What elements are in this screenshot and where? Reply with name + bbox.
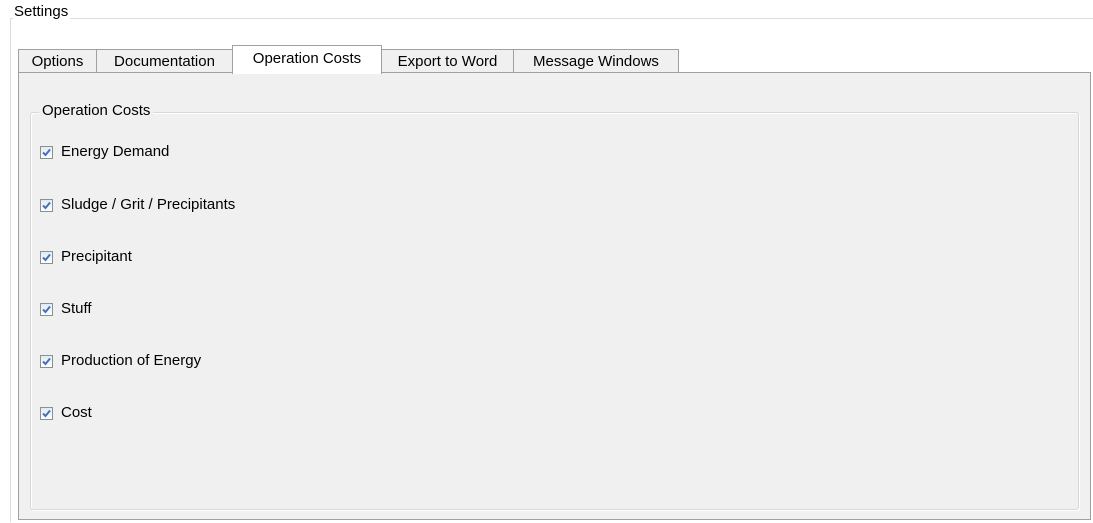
energy-demand-checkbox[interactable]: Energy Demand (40, 143, 169, 161)
checkbox-box[interactable] (40, 198, 53, 212)
operation-costs-group (30, 112, 1079, 510)
checkbox-box[interactable] (40, 406, 53, 420)
checkbox-label: Sludge / Grit / Precipitants (61, 196, 236, 213)
checkbox-box[interactable] (40, 354, 53, 368)
production-of-energy-checkbox[interactable]: Production of Energy (40, 352, 201, 370)
cost-checkbox[interactable]: Cost (40, 404, 92, 422)
tab-documentation[interactable]: Documentation (96, 49, 233, 73)
checkmark-icon (42, 201, 51, 209)
checkbox-label: Energy Demand (61, 143, 170, 160)
checkbox-label: Stuff (61, 300, 92, 317)
checkbox-box[interactable] (40, 250, 53, 264)
tab-options[interactable]: Options (18, 49, 97, 73)
checkmark-icon (42, 357, 51, 365)
tab-export-to-word[interactable]: Export to Word (381, 49, 514, 73)
operation-costs-group-title: Operation Costs (39, 102, 154, 120)
checkmark-icon (42, 305, 51, 313)
settings-group-title: Settings (13, 3, 71, 21)
checkbox-label: Production of Energy (61, 352, 202, 369)
checkbox-box[interactable] (40, 145, 53, 159)
precipitant-checkbox[interactable]: Precipitant (40, 248, 132, 266)
checkbox-label: Cost (61, 404, 92, 421)
checkmark-icon (42, 409, 51, 417)
checkbox-box[interactable] (40, 302, 53, 316)
sludge-grit-precipitants-checkbox[interactable]: Sludge / Grit / Precipitants (40, 196, 235, 214)
stuff-checkbox[interactable]: Stuff (40, 300, 92, 318)
checkmark-icon (42, 148, 51, 156)
checkmark-icon (42, 253, 51, 261)
tab-message-windows[interactable]: Message Windows (513, 49, 679, 73)
checkbox-label: Precipitant (61, 248, 132, 265)
tab-operation-costs[interactable]: Operation Costs (232, 45, 382, 74)
operation-costs-tab-panel: Operation Costs Energy Demand Sludge / G… (18, 72, 1091, 520)
